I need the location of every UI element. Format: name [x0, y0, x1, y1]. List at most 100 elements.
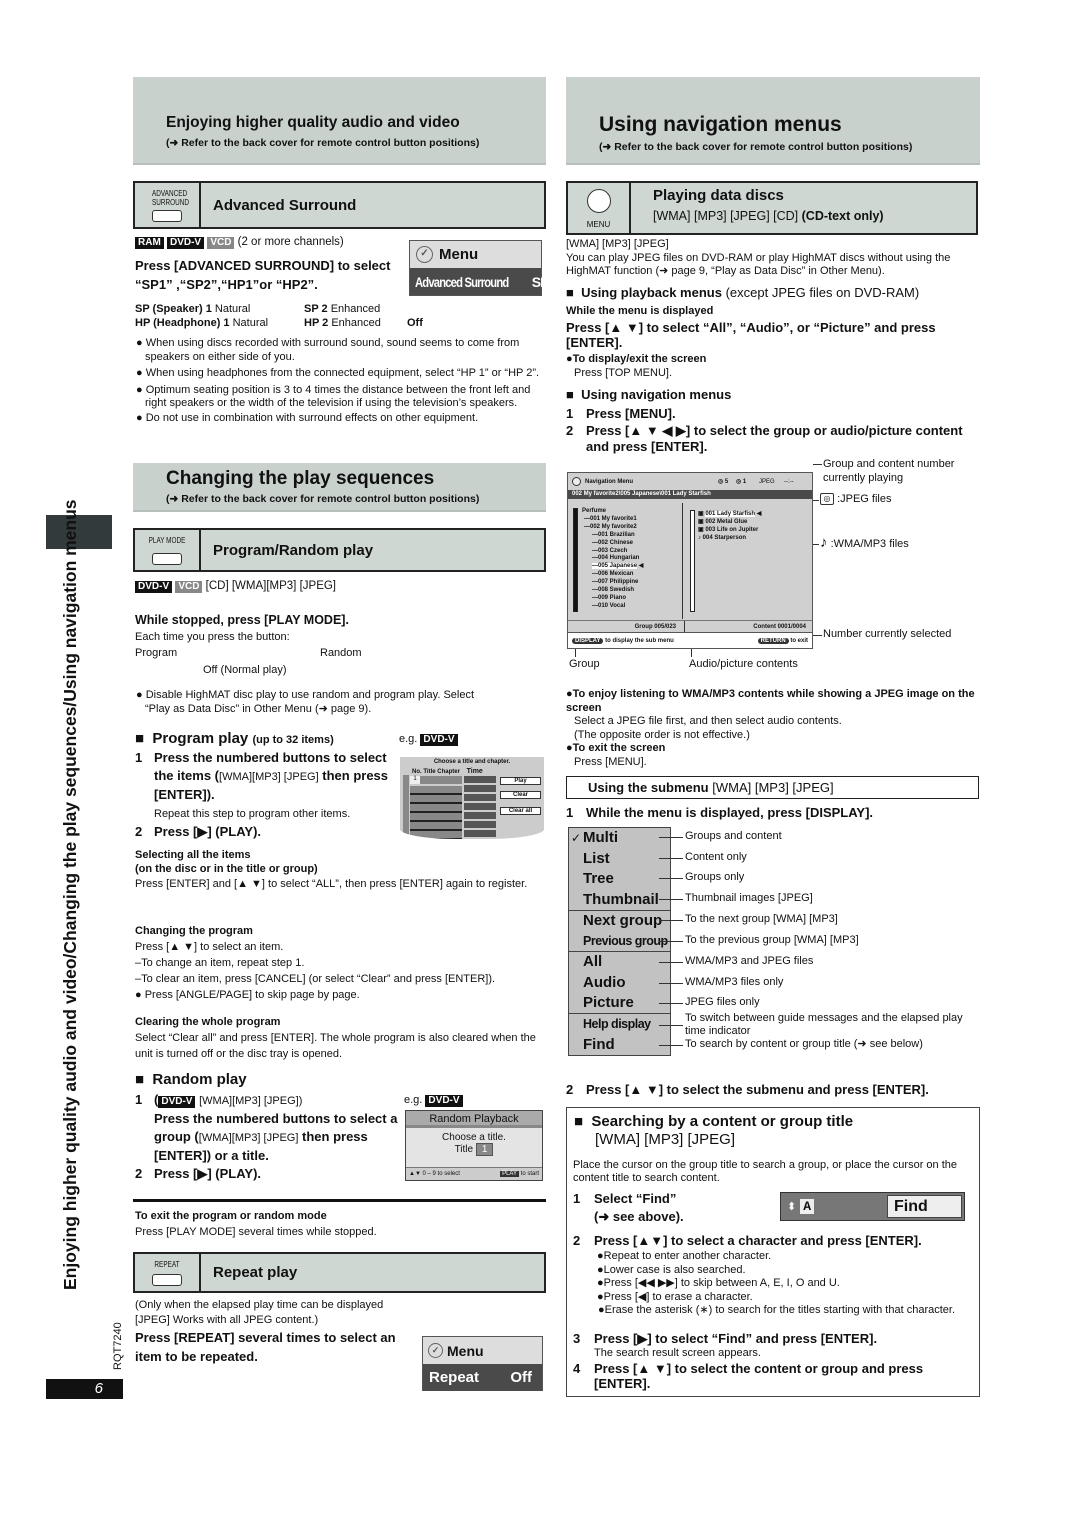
submenu-item[interactable]: Help display [569, 1014, 670, 1035]
callout-wma: ♪ :WMA/MP3 files [820, 534, 909, 551]
random-osd: Random Playback Choose a title. Title 1 … [405, 1110, 543, 1181]
button-label: ADVANCED SURROUND [152, 189, 189, 207]
submenu-item[interactable]: Previous group [569, 931, 670, 952]
section-ref: (➜ Refer to the back cover for remote co… [166, 493, 480, 505]
surround-bullets: ● When using discs recorded with surroun… [135, 337, 547, 425]
tag-dvdv: DVD-V [135, 581, 173, 593]
remote-button-icon [152, 1274, 182, 1286]
nav-group-item: —003 Czech [592, 547, 628, 554]
submenu-item-desc: WMA/MP3 files only [685, 975, 784, 988]
program-osd: Choose a title and chapter. No. Title Ch… [400, 757, 544, 839]
callout-group: Group [569, 658, 600, 670]
search-step2: 2 Press [▲▼] to select a character and pr… [573, 1233, 922, 1248]
format-tags: RAM DVD-V VCD (2 or more channels) [135, 236, 344, 249]
menu-disc-icon [572, 477, 581, 486]
repeat-header: REPEAT Repeat play [133, 1252, 546, 1293]
submenu-item[interactable]: Audio [569, 973, 670, 994]
search-step1: 1 Select “Find” (➜ see above). [573, 1191, 684, 1224]
check-icon: ✓ [571, 831, 582, 845]
osd-menu-row: ✓ Menu [423, 1337, 542, 1364]
program-eg: e.g. DVD-V [399, 733, 458, 747]
search-box: ■ Searching by a content or group title … [566, 1107, 980, 1397]
find-char: A [800, 1199, 815, 1214]
clear-program-block: Clearing the whole program Select “Clear… [135, 1016, 536, 1060]
cycle-random: Random [320, 647, 362, 659]
page-number-box: 6 [46, 1379, 123, 1399]
find-button: Find [887, 1195, 962, 1218]
nav-footer: DISPLAY to display the sub menu RETURN t… [568, 632, 812, 648]
nav-group-item: —008 Swedish [592, 587, 635, 594]
callout-selected: Number currently selected [823, 628, 952, 640]
submenu-step2: 2 Press [▲ ▼] to select the submenu and p… [566, 1082, 929, 1097]
tag-vcd: VCD [175, 581, 203, 593]
camera-icon: ◎ [820, 493, 834, 506]
surround-options: SP (Speaker) 1 Natural SP 2 Enhanced HP … [135, 303, 423, 329]
subsection-title: Playing data discs [653, 187, 784, 204]
surround-osd: ✓ Menu Advanced Surround SP1 [409, 240, 556, 296]
repeat-button: REPEAT [135, 1254, 201, 1291]
submenu-item[interactable]: Thumbnail [569, 890, 670, 911]
play-mode-button: PLAY MODE [135, 530, 201, 570]
submenu-step1: 1 While the menu is displayed, press [DIS… [566, 805, 874, 820]
submenu-item[interactable]: Tree [569, 869, 670, 890]
submenu-item[interactable]: Find [569, 1035, 670, 1056]
search-formats: [WMA] [MP3] [JPEG] [595, 1131, 736, 1148]
formats: [CD] [WMA][MP3] [JPEG] [205, 580, 337, 592]
random-eg: e.g. DVD-V [404, 1094, 463, 1108]
updown-icon: ⬍ [787, 1201, 797, 1213]
submenu-item-desc: Thumbnail images [JPEG] [685, 891, 813, 904]
repeat-osd: ✓ Menu Repeat Off [422, 1336, 543, 1391]
remote-button-icon [152, 210, 182, 222]
data-intro: [WMA] [MP3] [JPEG] You can play JPEG fil… [566, 238, 951, 277]
submenu-item-desc: To the previous group [WMA] [MP3] [685, 933, 859, 946]
submenu-item-desc: To the next group [WMA] [MP3] [685, 913, 838, 925]
search-step3-note: The search result screen appears. [594, 1347, 761, 1359]
repeat-instruction: Press [REPEAT] several times to select a… [135, 1330, 396, 1364]
submenu-panel: ✓ Multi List Tree Thumbnail Next group Previou… [568, 827, 671, 1056]
submenu-item[interactable]: All [569, 952, 670, 973]
playback-menus-title: ■ Using playback menus (except JPEG file… [566, 285, 920, 300]
nav-group-item: —009 Piano [592, 594, 627, 601]
section-title: Enjoying higher quality audio and video [166, 114, 460, 131]
program-format-tags: DVD-V VCD [CD] [WMA][MP3] [JPEG] [135, 580, 336, 593]
nav-content-item: ▣ 003 Life on Jupiter [698, 527, 759, 533]
nav-title-bar: Navigation Menu ◎ 5 ◎ 1 JPEG --:-- [568, 473, 812, 490]
button-label: MENU [586, 220, 611, 229]
tag-dvdv: DVD-V [166, 237, 205, 249]
program-step1: 1 Press the numbered buttons to select th… [135, 750, 389, 839]
osd-value: SP1 [531, 273, 556, 290]
nav-path: 002 My favorite2\005 Japanese\001 Lady S… [568, 490, 812, 499]
display-exit: ●To display/exit the screen Press [TOP M… [566, 353, 707, 379]
submenu-item[interactable]: List [569, 849, 670, 870]
menu-button: MENU [568, 183, 631, 233]
search-intro: Place the cursor on the group title to s… [573, 1159, 958, 1184]
repeat-notes: (Only when the elapsed play time can be … [135, 1299, 384, 1326]
nav-group-item: —005 Japanese ◀ [592, 563, 644, 570]
program-random-header: PLAY MODE Program/Random play [133, 528, 546, 572]
nav-group-pane: Perfume —001 My favorite1 —002 My favorite… [571, 503, 683, 619]
change-program-block: Changing the program Press [▲ ▼] to sele… [135, 925, 496, 1001]
submenu-group: Help display Find [568, 1013, 671, 1056]
section-header-navigation: Using navigation menus (➜ Refer to the b… [566, 77, 980, 165]
cycle-off: Off (Normal play) [203, 664, 287, 676]
press-select: Press [▲ ▼] to select “All”, “Audio”, or… [566, 320, 936, 350]
select-all-block: Selecting all the items (on the disc or … [135, 849, 528, 890]
bullet: ● When using discs recorded with surroun… [136, 337, 520, 363]
nav-content-item: ♪ 004 Starperson [698, 535, 747, 541]
submenu-item[interactable]: Picture [569, 993, 670, 1014]
section-header-quality: Enjoying higher quality audio and video … [133, 77, 546, 165]
nav-group-item: —002 Chinese [592, 539, 634, 546]
submenu-item-desc: WMA/MP3 and JPEG files [685, 955, 814, 967]
submenu-item[interactable]: Next group [569, 911, 670, 932]
submenu-item[interactable]: ✓ Multi [569, 828, 670, 849]
nav-content-item: ▣ 001 Lady Starfish ◀ [698, 511, 762, 517]
doc-code: RQT7240 [112, 1322, 124, 1370]
program-play-title: ■ Program play (up to 32 items) [135, 730, 334, 747]
osd-title: Random Playback [406, 1111, 542, 1128]
callout-contents: Audio/picture contents [689, 658, 798, 670]
osd-value-row: Repeat Off [423, 1364, 542, 1391]
menu-check-icon: ✓ [428, 1343, 443, 1358]
submenu-item-desc: JPEG files only [685, 996, 760, 1008]
tag-vcd: VCD [207, 237, 235, 249]
osd-menu-label: Menu [439, 246, 479, 263]
